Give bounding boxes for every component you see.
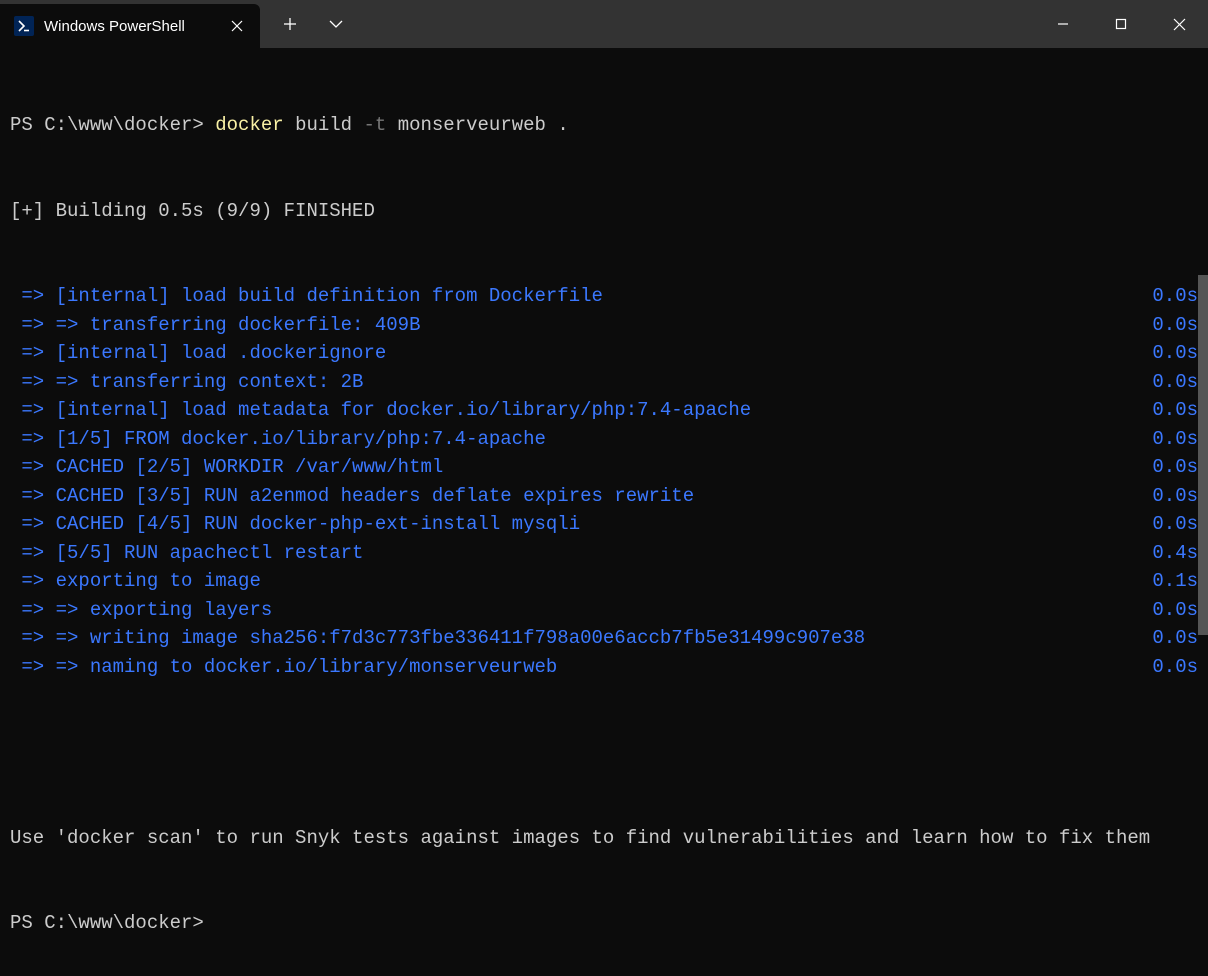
build-line-time: 0.0s [1144,311,1198,340]
build-line-time: 0.0s [1144,482,1198,511]
build-line-text: => => transferring context: 2B [10,368,1144,397]
build-line-text: => [5/5] RUN apachectl restart [10,539,1144,568]
footer-hint: Use 'docker scan' to run Snyk tests agai… [10,824,1198,853]
build-line: => exporting to image0.1s [10,567,1198,596]
window-controls [1034,0,1208,48]
command-line-1: PS C:\www\docker> docker build -t monser… [10,111,1198,140]
build-line-time: 0.0s [1144,396,1198,425]
minimize-button[interactable] [1034,0,1092,48]
build-line: => => naming to docker.io/library/monser… [10,653,1198,682]
build-line: => [5/5] RUN apachectl restart0.4s [10,539,1198,568]
build-line-time: 0.0s [1144,339,1198,368]
command-build: build [295,111,363,140]
build-line: => [internal] load .dockerignore0.0s [10,339,1198,368]
build-line: => CACHED [2/5] WORKDIR /var/www/html0.0… [10,453,1198,482]
blank-line [10,738,1198,767]
command-flag: -t [363,111,397,140]
build-line-text: => => naming to docker.io/library/monser… [10,653,1144,682]
titlebar-spacer[interactable] [356,0,1034,48]
build-line-text: => exporting to image [10,567,1144,596]
build-line: => => transferring context: 2B0.0s [10,368,1198,397]
build-line: => => exporting layers0.0s [10,596,1198,625]
prompt-text-2: PS C:\www\docker> [10,909,1198,938]
close-button[interactable] [1150,0,1208,48]
command-docker: docker [215,111,295,140]
maximize-button[interactable] [1092,0,1150,48]
command-args: monserveurweb . [398,111,569,140]
build-line-text: => => exporting layers [10,596,1144,625]
build-line-time: 0.0s [1144,510,1198,539]
tab-dropdown-button[interactable] [316,4,356,44]
prompt-text: PS C:\www\docker> [10,111,215,140]
build-line: => CACHED [3/5] RUN a2enmod headers defl… [10,482,1198,511]
build-line-text: => CACHED [2/5] WORKDIR /var/www/html [10,453,1144,482]
build-line-time: 0.0s [1144,453,1198,482]
build-line-text: => CACHED [3/5] RUN a2enmod headers defl… [10,482,1144,511]
build-line-time: 0.0s [1144,282,1198,311]
build-line: => => writing image sha256:f7d3c773fbe33… [10,624,1198,653]
build-line-time: 0.4s [1144,539,1198,568]
build-line-text: => [internal] load build definition from… [10,282,1144,311]
build-line-time: 0.0s [1144,624,1198,653]
tab-title: Windows PowerShell [44,18,216,35]
build-line-text: => [1/5] FROM docker.io/library/php:7.4-… [10,425,1144,454]
build-line-time: 0.0s [1144,653,1198,682]
new-tab-button[interactable] [270,4,310,44]
build-line-time: 0.0s [1144,425,1198,454]
build-line-text: => [internal] load .dockerignore [10,339,1144,368]
build-line: => [internal] load metadata for docker.i… [10,396,1198,425]
scrollbar-thumb[interactable] [1198,275,1208,635]
powershell-icon [14,16,34,36]
build-status: [+] Building 0.5s (9/9) FINISHED [10,197,1198,226]
build-line: => CACHED [4/5] RUN docker-php-ext-insta… [10,510,1198,539]
tabbar-buttons [260,0,356,48]
build-line-text: => => transferring dockerfile: 409B [10,311,1144,340]
build-line-text: => => writing image sha256:f7d3c773fbe33… [10,624,1144,653]
titlebar: Windows PowerShell [0,0,1208,48]
build-line-time: 0.0s [1144,596,1198,625]
tab-powershell[interactable]: Windows PowerShell [0,4,260,48]
build-line: => [1/5] FROM docker.io/library/php:7.4-… [10,425,1198,454]
build-line-text: => [internal] load metadata for docker.i… [10,396,1144,425]
build-line-time: 0.0s [1144,368,1198,397]
build-output: => [internal] load build definition from… [10,282,1198,681]
tab-close-button[interactable] [226,15,248,37]
build-line: => => transferring dockerfile: 409B0.0s [10,311,1198,340]
build-line-text: => CACHED [4/5] RUN docker-php-ext-insta… [10,510,1144,539]
build-line: => [internal] load build definition from… [10,282,1198,311]
build-line-time: 0.1s [1144,567,1198,596]
terminal-output[interactable]: PS C:\www\docker> docker build -t monser… [0,48,1208,976]
